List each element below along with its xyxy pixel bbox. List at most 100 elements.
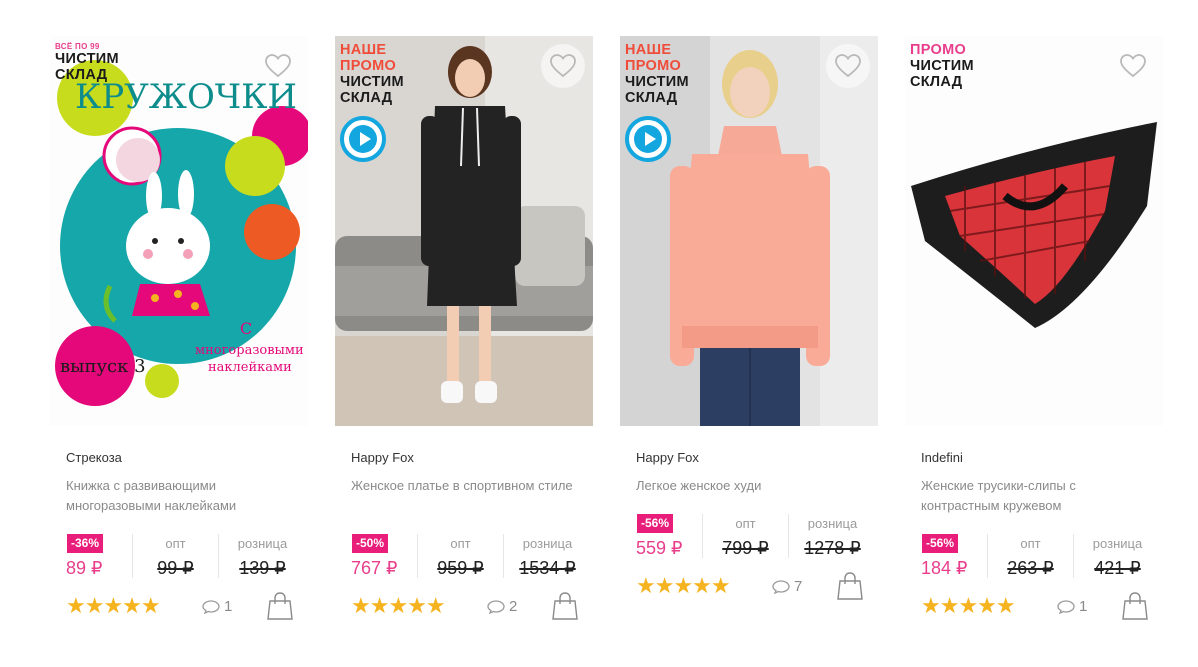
- retail-label: розница: [807, 516, 858, 531]
- comments-link[interactable]: 2: [487, 598, 527, 616]
- speech-bubble-icon: [487, 600, 505, 614]
- opt-price: 99 ₽: [157, 558, 194, 578]
- discount-badge: -56%: [637, 514, 674, 533]
- svg-text:выпуск 3: выпуск 3: [60, 356, 146, 377]
- shopping-bag-icon: [267, 592, 293, 620]
- opt-label: опт: [735, 516, 756, 531]
- opt-price: 959 ₽: [437, 558, 484, 578]
- label-promo: промо: [340, 58, 397, 74]
- price-block: -36% 89 ₽ опт 99 ₽ розница 139 ₽: [66, 534, 306, 580]
- speech-bubble-icon: [772, 580, 790, 594]
- product-title[interactable]: Женское платье в спортивном стиле: [351, 476, 581, 496]
- product-brand[interactable]: Happy Fox: [636, 450, 699, 465]
- retail-price: 421 ₽: [1094, 558, 1141, 578]
- favorite-button[interactable]: [541, 44, 585, 88]
- label-stack: Наше промо Чистим склад: [340, 42, 404, 106]
- add-to-cart-button[interactable]: [1122, 592, 1148, 620]
- shopping-bag-icon: [552, 592, 578, 620]
- label-stack: Промо Чистим склад: [910, 42, 974, 90]
- favorite-button[interactable]: [1111, 44, 1155, 88]
- product-card[interactable]: Наше промо Чистим склад Happy Fox Легкое…: [620, 36, 878, 656]
- label-promo: промо: [625, 58, 682, 74]
- discount-badge: -36%: [67, 534, 104, 553]
- retail-label: розница: [1092, 536, 1143, 551]
- price-block: -56% 559 ₽ опт 799 ₽ розница 1278 ₽: [636, 514, 876, 560]
- product-image[interactable]: [905, 36, 1163, 426]
- sale-price: 184 ₽: [921, 558, 968, 578]
- retail-price: 1278 ₽: [804, 538, 861, 558]
- discount-badge: -56%: [922, 534, 959, 553]
- label-clearance: Чистим: [340, 74, 404, 90]
- label-promo: Наше: [625, 42, 672, 58]
- heart-outline-icon: [835, 54, 861, 78]
- product-card[interactable]: Промо Чистим склад Indefini Женские трус…: [905, 36, 1163, 656]
- favorite-button[interactable]: [256, 44, 300, 88]
- svg-text:С: С: [240, 319, 252, 338]
- opt-price: 799 ₽: [722, 538, 769, 558]
- product-image[interactable]: КРУЖОЧКИ С многоразовыми наклейками выпу…: [50, 36, 308, 426]
- add-to-cart-button[interactable]: [837, 572, 863, 600]
- product-brand[interactable]: Стрекоза: [66, 450, 122, 465]
- opt-label: опт: [165, 536, 186, 551]
- product-card[interactable]: КРУЖОЧКИ С многоразовыми наклейками выпу…: [50, 36, 308, 656]
- book-cover-illustration: КРУЖОЧКИ С многоразовыми наклейками выпу…: [50, 36, 308, 426]
- add-to-cart-button[interactable]: [267, 592, 293, 620]
- opt-label: опт: [450, 536, 471, 551]
- retail-label: розница: [237, 536, 288, 551]
- label-clearance: склад: [55, 67, 108, 83]
- opt-label: опт: [1020, 536, 1041, 551]
- price-block: -56% 184 ₽ опт 263 ₽ розница 421 ₽: [921, 534, 1161, 580]
- label-clearance: склад: [340, 90, 393, 106]
- product-grid: КРУЖОЧКИ С многоразовыми наклейками выпу…: [50, 36, 1170, 656]
- panties-photo: [905, 36, 1163, 426]
- label-mini: Всё по 99: [55, 42, 100, 51]
- comments-link[interactable]: 7: [772, 578, 812, 596]
- heart-outline-icon: [265, 54, 291, 78]
- sale-price: 89 ₽: [66, 558, 103, 578]
- shopping-bag-icon: [1122, 592, 1148, 620]
- retail-price: 139 ₽: [239, 558, 286, 578]
- speech-bubble-icon: [1057, 600, 1075, 614]
- label-clearance: Чистим: [625, 74, 689, 90]
- comments-count: 1: [224, 598, 233, 615]
- play-icon: [634, 125, 662, 153]
- rating-stars: ★★★★★: [351, 593, 446, 618]
- sale-price: 559 ₽: [636, 538, 683, 558]
- sale-price: 767 ₽: [351, 558, 398, 578]
- product-title[interactable]: Книжка с развивающими многоразовыми накл…: [66, 476, 296, 516]
- card-footer: ★★★★★ 7: [636, 572, 872, 602]
- label-clearance: склад: [625, 90, 678, 106]
- opt-price: 263 ₽: [1007, 558, 1054, 578]
- favorite-button[interactable]: [826, 44, 870, 88]
- product-brand[interactable]: Happy Fox: [351, 450, 414, 465]
- svg-text:многоразовыми: многоразовыми: [195, 343, 304, 358]
- retail-label: розница: [522, 536, 573, 551]
- heart-outline-icon: [550, 54, 576, 78]
- rating-stars: ★★★★★: [636, 573, 731, 598]
- comments-link[interactable]: 1: [1057, 598, 1097, 616]
- label-stack: Всё по 99 Чистим склад: [55, 42, 119, 83]
- product-brand[interactable]: Indefini: [921, 450, 963, 465]
- card-footer: ★★★★★ 1: [921, 592, 1157, 622]
- label-promo: Промо: [910, 42, 967, 58]
- label-stack: Наше промо Чистим склад: [625, 42, 689, 106]
- label-promo: Наше: [340, 42, 387, 58]
- play-icon: [349, 125, 377, 153]
- product-card[interactable]: Наше промо Чистим склад Happy Fox Женско…: [335, 36, 593, 656]
- label-clearance: Чистим: [55, 51, 119, 67]
- comments-count: 7: [794, 578, 803, 595]
- shopping-bag-icon: [837, 572, 863, 600]
- comments-link[interactable]: 1: [202, 598, 242, 616]
- rating-stars: ★★★★★: [66, 593, 161, 618]
- retail-price: 1534 ₽: [519, 558, 576, 578]
- play-video-button[interactable]: [625, 116, 671, 162]
- product-title[interactable]: Легкое женское худи: [636, 476, 866, 496]
- price-block: -50% 767 ₽ опт 959 ₽ розница 1534 ₽: [351, 534, 591, 580]
- comments-count: 2: [509, 598, 518, 615]
- heart-outline-icon: [1120, 54, 1146, 78]
- play-video-button[interactable]: [340, 116, 386, 162]
- svg-text:наклейками: наклейками: [208, 360, 292, 375]
- product-title[interactable]: Женские трусики-слипы с контрастным круж…: [921, 476, 1151, 516]
- add-to-cart-button[interactable]: [552, 592, 578, 620]
- label-clearance: склад: [910, 74, 963, 90]
